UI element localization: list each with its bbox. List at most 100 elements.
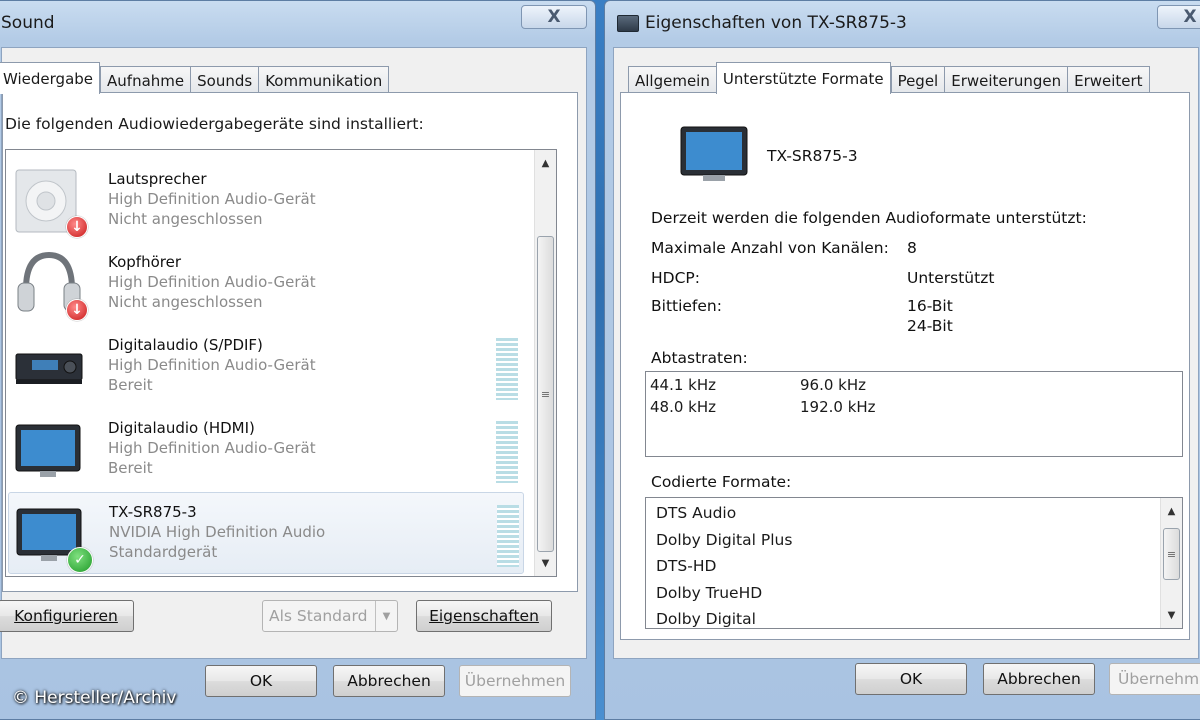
hdcp-label: HDCP: [651,269,700,287]
device-driver: High Definition Audio-Gerät [108,356,316,374]
device-driver: High Definition Audio-Gerät [108,273,316,291]
scroll-down-icon[interactable]: ▼ [1161,606,1182,624]
configure-button[interactable]: Konfigurieren [0,600,134,632]
close-icon: X [1183,7,1197,27]
max-channels-value: 8 [907,239,917,257]
tab-kommunikation[interactable]: Kommunikation [258,66,390,94]
bit-depth-label: Bittiefen: [651,297,722,315]
sample-rates-label: Abtastraten: [651,349,748,367]
device-name: TX-SR875-3 [109,503,197,521]
properties-window-title: Eigenschaften von TX-SR875-3 [645,13,907,33]
tab-pegel[interactable]: Pegel [890,66,945,94]
device-status: Nicht angeschlossen [108,293,263,311]
encoded-formats-list[interactable]: DTS Audio Dolby Digital Plus DTS-HD Dolb… [645,497,1183,629]
encoded-format-item: Dolby Digital [656,610,756,628]
device-item-spdif[interactable]: Digitalaudio (S/PDIF) High Definition Au… [8,326,524,408]
device-item-hdmi[interactable]: Digitalaudio (HDMI) High Definition Audi… [8,409,524,491]
device-item-kopfhoerer[interactable]: ↓ Kopfhörer High Definition Audio-Gerät … [8,243,524,325]
sound-tabs: Wiedergabe Aufnahme Sounds Kommunikation [0,62,390,94]
monitor-icon [617,15,639,32]
device-driver: High Definition Audio-Gerät [108,190,316,208]
scroll-up-icon[interactable]: ▲ [1161,502,1182,520]
tab-aufnahme[interactable]: Aufnahme [100,66,191,94]
hdcp-value: Unterstützt [907,269,995,287]
properties-window: Eigenschaften von TX-SR875-3 X Allgemein… [604,0,1200,720]
ok-button[interactable]: OK [855,663,967,695]
sound-window-title: Sound [1,13,55,33]
close-icon: X [547,7,561,27]
audio-level-meter [496,421,518,483]
device-status: Bereit [108,376,153,394]
device-driver: NVIDIA High Definition Audio [109,523,326,541]
properties-client-area: Allgemein Unterstützte Formate Pegel Erw… [613,47,1199,659]
encoded-format-item: Dolby TrueHD [656,584,763,602]
formats-panel: TX-SR875-3 Derzeit werden die folgenden … [620,92,1190,640]
device-status: Bereit [108,459,153,477]
playback-panel: Die folgenden Audiowiedergabegeräte sind… [2,92,578,592]
tab-wiedergabe[interactable]: Wiedergabe [0,62,101,94]
monitor-icon [14,415,84,485]
scroll-down-icon[interactable]: ▼ [535,554,556,572]
default-device-check-icon: ✓ [67,547,93,573]
device-driver: High Definition Audio-Gerät [108,439,316,457]
tab-erweitert[interactable]: Erweitert [1067,66,1150,94]
audio-level-meter [496,338,518,400]
scroll-thumb[interactable]: ≡ [1163,528,1180,580]
device-item-tx-sr875[interactable]: ✓ TX-SR875-3 NVIDIA High Definition Audi… [8,492,524,574]
sound-window: Sound X Wiedergabe Aufnahme Sounds Kommu… [0,0,596,720]
sound-titlebar[interactable]: Sound X [0,1,595,47]
sample-rates-list[interactable]: 44.1 kHz 96.0 kHz 48.0 kHz 192.0 kHz [645,371,1183,457]
disconnected-badge-icon: ↓ [66,299,88,321]
sample-rate-item: 48.0 kHz [650,398,717,416]
audio-level-meter [497,505,519,567]
scroll-up-icon[interactable]: ▲ [535,154,556,172]
encoded-formats-scrollbar[interactable]: ▲ ≡ ▼ [1160,498,1182,628]
device-item-lautsprecher[interactable]: ↓ Lautsprecher High Definition Audio-Ger… [8,160,524,242]
device-name-label: TX-SR875-3 [767,147,858,165]
encoded-formats-label: Codierte Formate: [651,473,792,491]
encoded-format-item: DTS Audio [656,504,737,522]
device-name: Digitalaudio (HDMI) [108,419,255,437]
set-default-label: Als Standard [269,607,368,625]
tab-unterstuetzte-formate[interactable]: Unterstützte Formate [715,62,891,94]
sample-rate-item: 96.0 kHz [800,376,867,394]
copyright-watermark: © Hersteller/Archiv [12,688,177,708]
properties-titlebar[interactable]: Eigenschaften von TX-SR875-3 X [605,1,1200,47]
configure-label: Konfigurieren [14,607,118,625]
encoded-format-item: Dolby Digital Plus [656,531,793,549]
encoded-format-item: DTS-HD [656,557,717,575]
device-list-scrollbar[interactable]: ▲ ≡ ▼ [534,150,556,576]
tab-sounds[interactable]: Sounds [190,66,259,94]
device-list[interactable]: ↓ Lautsprecher High Definition Audio-Ger… [5,149,557,577]
cancel-button[interactable]: Abbrechen [333,665,445,697]
device-name: Digitalaudio (S/PDIF) [108,336,263,354]
ok-button[interactable]: OK [205,665,317,697]
tab-erweiterungen[interactable]: Erweiterungen [944,66,1068,94]
sample-rate-item: 44.1 kHz [650,376,717,394]
bit-depth-value: 16-Bit [907,297,953,315]
device-name: Lautsprecher [108,170,207,188]
scroll-thumb[interactable]: ≡ [537,236,554,552]
properties-close-button[interactable]: X [1157,5,1200,29]
bit-depth-value: 24-Bit [907,317,953,335]
cancel-button[interactable]: Abbrechen [983,663,1095,695]
sound-client-area: Wiedergabe Aufnahme Sounds Kommunikation… [0,47,587,659]
device-status: Standardgerät [109,543,218,561]
max-channels-label: Maximale Anzahl von Kanälen: [651,239,889,257]
sound-close-button[interactable]: X [521,5,587,29]
apply-button[interactable]: Übernehmen [459,665,571,697]
formats-heading: Derzeit werden die folgenden Audioformat… [651,209,1087,227]
properties-label: Eigenschaften [429,607,539,625]
apply-button[interactable]: Übernehmen [1109,663,1200,695]
properties-button[interactable]: Eigenschaften [416,600,552,632]
playback-intro-text: Die folgenden Audiowiedergabegeräte sind… [5,115,424,133]
device-name: Kopfhörer [108,253,181,271]
chevron-down-icon[interactable]: ▼ [375,601,397,631]
sample-rate-item: 192.0 kHz [800,398,876,416]
properties-tabs: Allgemein Unterstützte Formate Pegel Erw… [628,62,1150,94]
device-status: Nicht angeschlossen [108,210,263,228]
receiver-icon [14,332,84,402]
set-default-button[interactable]: Als Standard ▼ [262,600,398,632]
tab-allgemein[interactable]: Allgemein [628,66,716,94]
disconnected-badge-icon: ↓ [66,216,88,238]
